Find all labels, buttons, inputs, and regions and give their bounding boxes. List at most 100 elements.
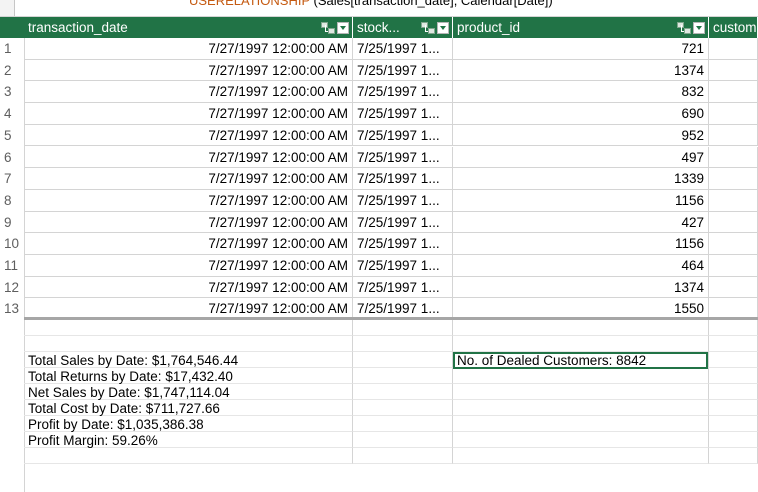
measure-item[interactable]: Profit Margin: 59.26%: [28, 433, 158, 449]
calculation-cell[interactable]: [353, 368, 453, 384]
calculation-cell[interactable]: [709, 384, 758, 400]
cell-stock[interactable]: 7/25/1997 1...: [353, 255, 453, 277]
calculation-cell[interactable]: [353, 320, 453, 336]
row-number[interactable]: 1: [0, 38, 24, 60]
cell-stock[interactable]: 7/25/1997 1...: [353, 81, 453, 104]
cell-customer[interactable]: [709, 146, 758, 169]
calculation-cell[interactable]: [709, 352, 758, 368]
calculation-cell[interactable]: [709, 320, 758, 336]
cell-transaction-date[interactable]: 7/27/1997 12:00:00 AM: [24, 146, 353, 169]
cell-product-id[interactable]: 721: [453, 38, 709, 60]
calculation-cell[interactable]: [453, 384, 709, 400]
cell-transaction-date[interactable]: 7/27/1997 12:00:00 AM: [24, 276, 353, 299]
calculation-cell[interactable]: [453, 448, 709, 464]
cell-transaction-date[interactable]: 7/27/1997 12:00:00 AM: [24, 81, 353, 104]
calculation-cell[interactable]: [453, 432, 709, 448]
formula-text[interactable]: USERELATIONSHIP (Sales[transaction_date]…: [189, 0, 553, 8]
cell-customer[interactable]: [709, 81, 758, 104]
cell-customer[interactable]: [709, 59, 758, 82]
calculation-cell[interactable]: [709, 400, 758, 416]
row-number[interactable]: 4: [0, 103, 24, 125]
cell-customer[interactable]: [709, 103, 758, 125]
measure-item[interactable]: Net Sales by Date: $1,747,114.04: [28, 385, 230, 401]
relationship-icon[interactable]: [677, 21, 691, 34]
relationship-icon[interactable]: [421, 21, 435, 34]
cell-product-id[interactable]: 464: [453, 255, 709, 277]
calculation-cell[interactable]: [353, 432, 453, 448]
row-number[interactable]: 11: [0, 255, 24, 277]
cell-transaction-date[interactable]: 7/27/1997 12:00:00 AM: [24, 189, 353, 212]
row-number[interactable]: 3: [0, 81, 24, 103]
cell-transaction-date[interactable]: 7/27/1997 12:00:00 AM: [24, 103, 353, 125]
cell-transaction-date[interactable]: 7/27/1997 12:00:00 AM: [24, 38, 353, 60]
measure-item[interactable]: Profit by Date: $1,035,386.38: [28, 417, 204, 433]
cell-stock[interactable]: 7/25/1997 1...: [353, 124, 453, 147]
cell-customer[interactable]: [709, 255, 758, 277]
calculation-cell[interactable]: [453, 400, 709, 416]
row-number[interactable]: 5: [0, 125, 24, 147]
selected-measure-cell[interactable]: No. of Dealed Customers: 8842: [453, 352, 708, 369]
calculation-cell[interactable]: [709, 336, 758, 352]
cell-customer[interactable]: [709, 189, 758, 212]
cell-stock[interactable]: 7/25/1997 1...: [353, 59, 453, 82]
calculation-cell[interactable]: [24, 320, 353, 336]
cell-stock[interactable]: 7/25/1997 1...: [353, 103, 453, 125]
cell-customer[interactable]: [709, 211, 758, 234]
column-header-transaction-date[interactable]: transaction_date: [24, 17, 353, 38]
column-header-product-id[interactable]: product_id: [453, 17, 709, 38]
cell-customer[interactable]: [709, 233, 758, 255]
row-number[interactable]: 13: [0, 298, 24, 320]
calculation-cell[interactable]: [709, 432, 758, 448]
measure-item[interactable]: Total Cost by Date: $711,727.66: [28, 401, 220, 417]
grid-corner[interactable]: [0, 17, 24, 38]
row-number[interactable]: 9: [0, 212, 24, 234]
cell-product-id[interactable]: 1339: [453, 168, 709, 190]
column-header-customer[interactable]: custom: [709, 17, 758, 38]
calculation-cell[interactable]: [453, 320, 709, 336]
row-number[interactable]: 8: [0, 190, 24, 212]
cell-customer[interactable]: [709, 124, 758, 147]
calculation-cell[interactable]: [353, 416, 453, 432]
cell-product-id[interactable]: 832: [453, 81, 709, 104]
calculation-cell[interactable]: [353, 448, 453, 464]
calculation-cell[interactable]: [453, 336, 709, 352]
cell-stock[interactable]: 7/25/1997 1...: [353, 38, 453, 60]
row-number[interactable]: 7: [0, 168, 24, 190]
cell-stock[interactable]: 7/25/1997 1...: [353, 276, 453, 299]
cell-product-id[interactable]: 952: [453, 124, 709, 147]
cell-transaction-date[interactable]: 7/27/1997 12:00:00 AM: [24, 168, 353, 190]
cell-product-id[interactable]: 1374: [453, 276, 709, 299]
calculation-cell[interactable]: [353, 336, 453, 352]
calculation-cell[interactable]: [453, 368, 709, 384]
cell-stock[interactable]: 7/25/1997 1...: [353, 211, 453, 234]
calculation-cell[interactable]: [353, 352, 453, 368]
filter-dropdown-icon[interactable]: [693, 21, 705, 34]
calculation-cell[interactable]: [453, 416, 709, 432]
calculation-cell[interactable]: [24, 448, 353, 464]
cell-transaction-date[interactable]: 7/27/1997 12:00:00 AM: [24, 233, 353, 255]
cell-transaction-date[interactable]: 7/27/1997 12:00:00 AM: [24, 59, 353, 82]
measure-item[interactable]: Total Sales by Date: $1,764,546.44: [28, 353, 238, 369]
cell-customer[interactable]: [709, 38, 758, 60]
cell-product-id[interactable]: 690: [453, 103, 709, 125]
cell-stock[interactable]: 7/25/1997 1...: [353, 146, 453, 169]
cell-customer[interactable]: [709, 168, 758, 190]
calculation-cell[interactable]: [353, 400, 453, 416]
cell-stock[interactable]: 7/25/1997 1...: [353, 233, 453, 255]
cell-product-id[interactable]: 497: [453, 146, 709, 169]
relationship-icon[interactable]: [321, 21, 335, 34]
column-header-stock[interactable]: stock...: [353, 17, 453, 38]
row-number[interactable]: 10: [0, 233, 24, 255]
row-number[interactable]: 12: [0, 277, 24, 299]
cell-stock[interactable]: 7/25/1997 1...: [353, 189, 453, 212]
cell-product-id[interactable]: 1156: [453, 233, 709, 255]
cell-transaction-date[interactable]: 7/27/1997 12:00:00 AM: [24, 255, 353, 277]
cell-customer[interactable]: [709, 276, 758, 299]
calculation-cell[interactable]: [709, 448, 758, 464]
cell-product-id[interactable]: 1374: [453, 59, 709, 82]
calculation-cell[interactable]: [353, 384, 453, 400]
cell-transaction-date[interactable]: 7/27/1997 12:00:00 AM: [24, 211, 353, 234]
measure-item[interactable]: Total Returns by Date: $17,432.40: [28, 369, 233, 385]
formula-bar[interactable]: USERELATIONSHIP (Sales[transaction_date]…: [0, 0, 758, 17]
calculation-cell[interactable]: [24, 336, 353, 352]
